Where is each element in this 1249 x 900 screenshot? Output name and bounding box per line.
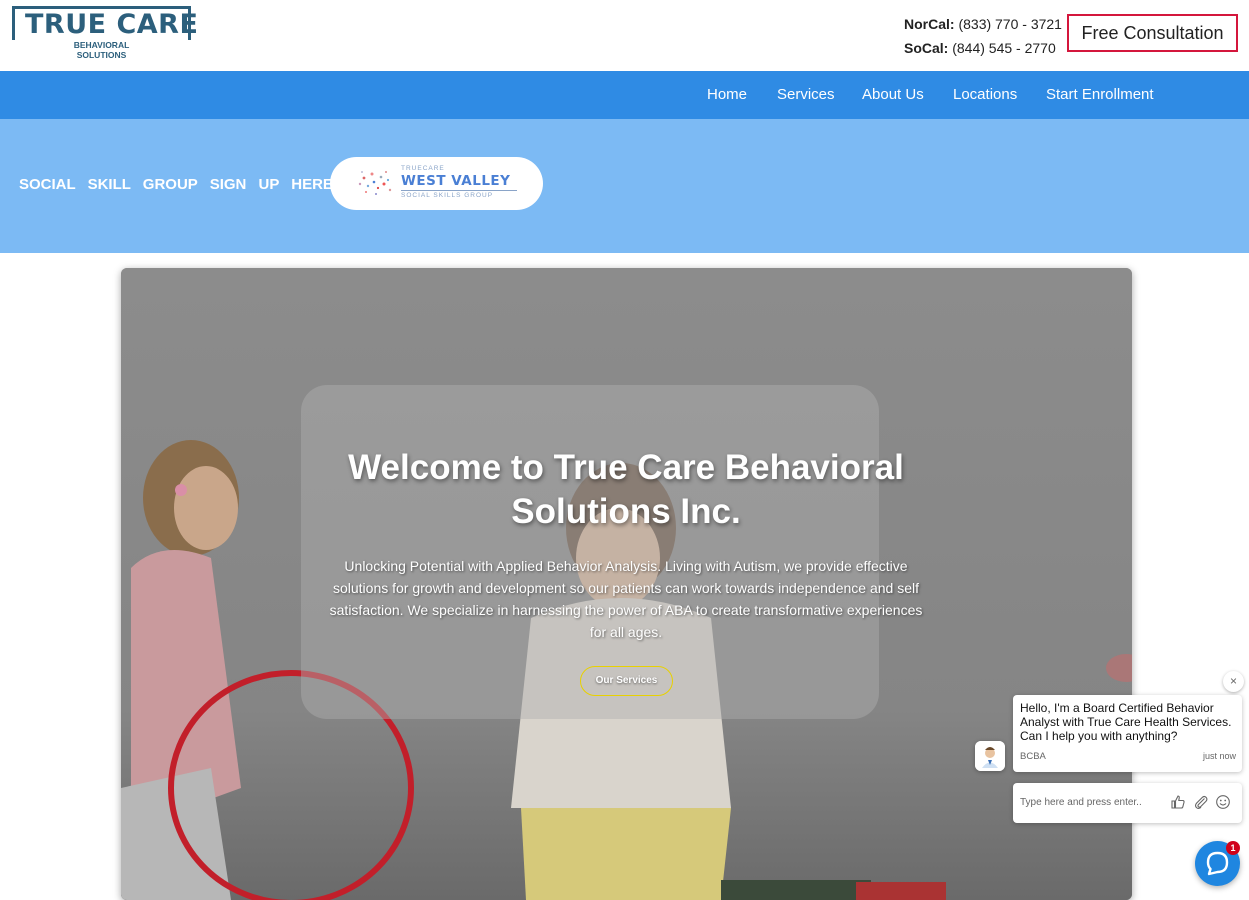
- west-valley-brand: TRUECARE: [401, 165, 445, 172]
- chat-input-box[interactable]: Type here and press enter..: [1013, 783, 1242, 823]
- norcal-number[interactable]: (833) 770 - 3721: [958, 16, 1062, 32]
- hero-description: Unlocking Potential with Applied Behavio…: [329, 558, 923, 640]
- socal-number[interactable]: (844) 545 - 2770: [952, 40, 1056, 56]
- chat-input-placeholder: Type here and press enter..: [1020, 797, 1142, 808]
- phone-numbers: NorCal: (833) 770 - 3721 SoCal: (844) 54…: [904, 12, 1062, 60]
- logo-main-text: TRUE CARE: [25, 9, 199, 40]
- nav-item-start-enrollment[interactable]: Start Enrollment: [1046, 71, 1154, 119]
- west-valley-title: WEST VALLEY: [401, 173, 511, 189]
- socal-phone[interactable]: SoCal: (844) 545 - 2770: [904, 36, 1062, 60]
- nav-item-services[interactable]: Services: [777, 71, 835, 119]
- dots-logo-icon: [358, 171, 392, 195]
- agent-avatar: [975, 741, 1005, 771]
- emoji-icon[interactable]: [1215, 794, 1231, 810]
- site-header: TRUE CARE BEHAVIORAL SOLUTIONS NorCal: (…: [0, 0, 1249, 71]
- chat-message-text: Hello, I'm a Board Certified Behavior An…: [1020, 701, 1232, 743]
- banner-signup-text: SOCIAL SKILL GROUP SIGN UP HERE:: [19, 176, 338, 193]
- nav-item-locations[interactable]: Locations: [953, 71, 1017, 119]
- our-services-button[interactable]: Our Services: [580, 666, 673, 696]
- chat-message-bubble: Hello, I'm a Board Certified Behavior An…: [1013, 695, 1242, 772]
- nav-item-home[interactable]: Home: [707, 71, 747, 119]
- logo-sub-line1: BEHAVIORAL: [12, 40, 191, 50]
- hero-title: Welcome to True Care Behavioral Solution…: [348, 448, 904, 531]
- norcal-label: NorCal:: [904, 16, 955, 32]
- main-nav: Home Services About Us Locations Start E…: [0, 71, 1249, 119]
- attachment-icon[interactable]: [1193, 794, 1209, 810]
- socal-label: SoCal:: [904, 40, 949, 56]
- chat-sender: BCBA: [1020, 751, 1046, 762]
- thumbs-up-icon[interactable]: [1170, 794, 1186, 810]
- norcal-phone[interactable]: NorCal: (833) 770 - 3721: [904, 12, 1062, 36]
- social-skills-banner: SOCIAL SKILL GROUP SIGN UP HERE: TRUECAR…: [0, 119, 1249, 253]
- true-care-logo[interactable]: TRUE CARE BEHAVIORAL SOLUTIONS: [12, 6, 198, 61]
- agent-avatar-icon: [975, 741, 1005, 771]
- unread-count-badge: 1: [1226, 841, 1240, 855]
- logo-subtitle: BEHAVIORAL SOLUTIONS: [12, 40, 191, 60]
- logo-sub-line2: SOLUTIONS: [76, 50, 127, 60]
- chat-timestamp: just now: [1202, 751, 1236, 761]
- nav-item-about-us[interactable]: About Us: [862, 71, 924, 119]
- free-consultation-button[interactable]: Free Consultation: [1067, 14, 1238, 52]
- chat-close-icon[interactable]: ×: [1223, 671, 1244, 692]
- west-valley-divider: [401, 190, 517, 191]
- west-valley-subtitle: SOCIAL SKILLS GROUP: [401, 192, 494, 199]
- hero-section: Welcome to True Care Behavioral Solution…: [121, 268, 1132, 900]
- west-valley-signup-button[interactable]: TRUECARE WEST VALLEY SOCIAL SKILLS GROUP: [330, 157, 543, 210]
